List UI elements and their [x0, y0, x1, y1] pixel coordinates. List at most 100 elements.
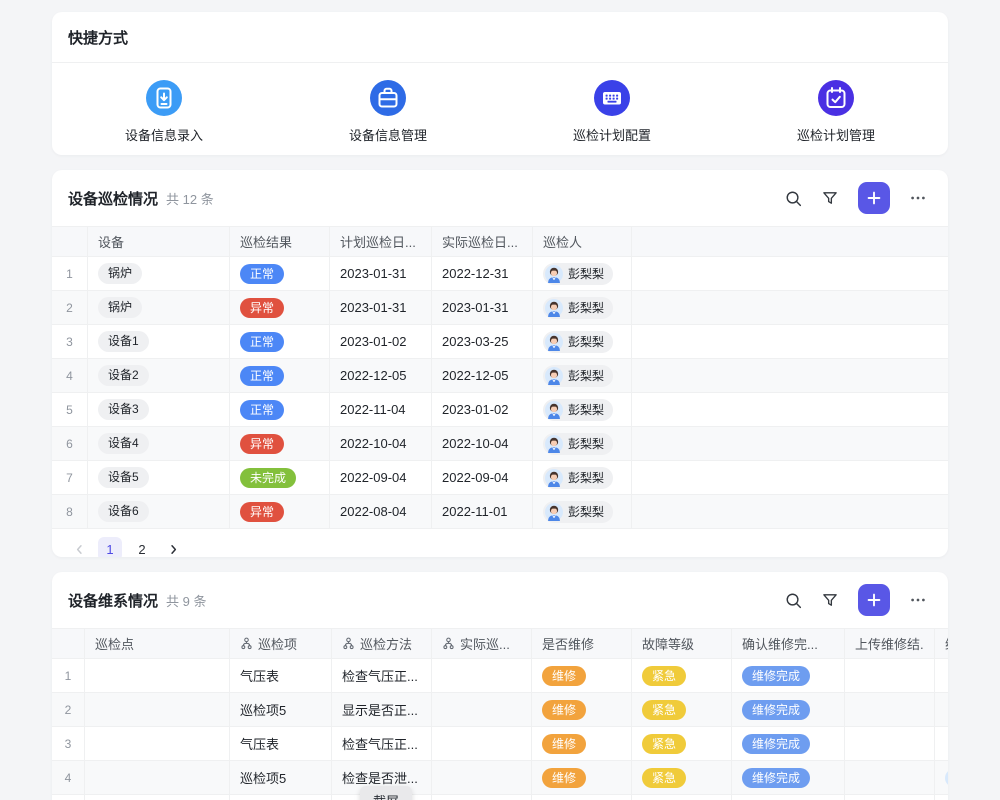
device-cell: 设备6 — [88, 495, 230, 528]
device-pill: 设备4 — [98, 433, 149, 454]
inspection-item-cell: 巡检项5 — [230, 693, 332, 726]
maintenance-card-header: 设备维系情况 共 9 条 — [52, 572, 948, 628]
more-icon[interactable] — [904, 184, 932, 212]
shortcut-item-1[interactable]: 设备信息录入 — [84, 80, 244, 144]
shortcut-item-2[interactable]: 设备信息管理 — [308, 80, 468, 144]
add-record-button[interactable] — [858, 182, 890, 214]
inspector-cell: 彭梨梨 — [533, 325, 632, 358]
filter-icon[interactable] — [816, 184, 844, 212]
lookup-field-icon — [240, 637, 253, 650]
planned-date-cell: 2023-01-31 — [330, 291, 432, 324]
search-icon[interactable] — [779, 586, 807, 614]
inspector-cell: 彭梨梨 — [533, 495, 632, 528]
fault-level-cell-badge: 紧急 — [642, 734, 686, 754]
inspector-name: 彭梨梨 — [568, 265, 604, 282]
shortcut-item-4[interactable]: 巡检计划管理 — [756, 80, 916, 144]
avatar-icon — [545, 469, 563, 487]
inspector-pill: 彭梨梨 — [543, 331, 613, 353]
fault-level-cell-badge: 紧急 — [642, 666, 686, 686]
device-cell: 锅炉 — [88, 257, 230, 290]
inspector-pill: 彭梨梨 — [543, 501, 613, 523]
fault-level-cell-badge: 紧急 — [642, 700, 686, 720]
shortcut-item-3[interactable]: 巡检计划配置 — [532, 80, 692, 144]
table-row[interactable]: 1锅炉正常2023-01-312022-12-31彭梨梨 — [52, 257, 948, 291]
calendar-check-icon — [818, 80, 854, 116]
filler-cell — [632, 291, 948, 324]
row-index: 1 — [52, 257, 88, 290]
table-row[interactable]: 2锅炉异常2023-01-312023-01-31彭梨梨 — [52, 291, 948, 325]
column-header: 实际巡... — [432, 629, 532, 658]
page-number-1[interactable]: 1 — [98, 537, 122, 557]
table-row[interactable]: 3气压表检查气压正...维修紧急维修完成 — [52, 727, 948, 761]
inspection-card: 设备巡检情况 共 12 条 设备巡检结果计划巡检日...实际巡检日...巡检人1… — [52, 170, 948, 557]
page-number-2[interactable]: 2 — [130, 537, 154, 557]
filler-cell — [632, 325, 948, 358]
prev-page-icon[interactable] — [68, 538, 90, 557]
actual-inspection-cell — [432, 693, 532, 726]
table-row[interactable]: 8设备6异常2022-08-042022-11-01彭梨梨 — [52, 495, 948, 529]
column-header-label: 巡检点 — [95, 634, 134, 653]
actual-date-cell: 2022-09-04 — [432, 461, 533, 494]
repair-cell: 维修 — [532, 693, 632, 726]
table-row[interactable]: 4巡检项5检查是否泄...维修紧急维修完成 — [52, 761, 948, 795]
result-badge: 异常 — [240, 502, 284, 522]
more-icon[interactable] — [904, 586, 932, 614]
inspector-name: 彭梨梨 — [568, 367, 604, 384]
inspection-card-header: 设备巡检情况 共 12 条 — [52, 170, 948, 226]
device-pill: 设备5 — [98, 467, 149, 488]
column-header-label: 上传维修结... — [855, 634, 924, 653]
actual-date-cell: 2022-12-05 — [432, 359, 533, 392]
row-index: 5 — [52, 795, 85, 800]
planned-date-cell: 2022-08-04 — [330, 495, 432, 528]
planned-date-cell: 2022-11-04 — [330, 393, 432, 426]
result-badge: 正常 — [240, 400, 284, 420]
table-row[interactable]: 2巡检项5显示是否正...维修紧急维修完成 — [52, 693, 948, 727]
confirm-cell-badge: 维修完成 — [742, 666, 810, 686]
device-pill: 设备3 — [98, 399, 149, 420]
row-index: 4 — [52, 761, 85, 794]
result-badge: 未完成 — [240, 468, 296, 488]
filter-icon[interactable] — [816, 586, 844, 614]
row-index: 7 — [52, 461, 88, 494]
result-cell: 正常 — [230, 325, 330, 358]
table-row[interactable]: 7设备5未完成2022-09-042022-09-04彭梨梨 — [52, 461, 948, 495]
search-icon[interactable] — [779, 184, 807, 212]
table-row[interactable]: 5巡检项5显示是否正...维修一般维修中 — [52, 795, 948, 800]
column-header-content: 实际巡... — [442, 634, 510, 653]
maintenance-title: 设备维系情况 — [68, 590, 158, 611]
column-header-label: 是否维修 — [542, 634, 594, 653]
inspector-cell: 彭梨梨 — [533, 427, 632, 460]
confirm-cell: 维修完成 — [732, 727, 845, 760]
filler-cell — [632, 393, 948, 426]
inspection-title: 设备巡检情况 — [68, 188, 158, 209]
inspection-table: 设备巡检结果计划巡检日...实际巡检日...巡检人1锅炉正常2023-01-31… — [52, 226, 948, 529]
confirm-cell: 维修完成 — [732, 659, 845, 692]
inspector-cell: 彭梨梨 — [533, 291, 632, 324]
actual-date-cell: 2023-01-31 — [432, 291, 533, 324]
avatar-icon — [545, 265, 563, 283]
column-header: 巡检结果 — [230, 227, 330, 256]
column-header: 是否维修 — [532, 629, 632, 658]
table-row[interactable]: 6设备4异常2022-10-042022-10-04彭梨梨 — [52, 427, 948, 461]
next-page-icon[interactable] — [162, 538, 184, 557]
table-row[interactable]: 5设备3正常2022-11-042023-01-02彭梨梨 — [52, 393, 948, 427]
actual-date-cell: 2023-03-25 — [432, 325, 533, 358]
inspection-toolbar — [779, 182, 932, 214]
confirm-cell-badge: 维修完成 — [742, 734, 810, 754]
table-row[interactable]: 4设备2正常2022-12-052022-12-05彭梨梨 — [52, 359, 948, 393]
maintenance-table: 巡检点巡检项巡检方法实际巡...是否维修故障等级确认维修完...上传维修结...… — [52, 628, 948, 800]
repair-cell-badge: 维修 — [542, 700, 586, 720]
table-row[interactable]: 3设备1正常2023-01-022023-03-25彭梨梨 — [52, 325, 948, 359]
table-row[interactable]: 1气压表检查气压正...维修紧急维修完成 — [52, 659, 948, 693]
inspection-item-cell: 巡检项5 — [230, 795, 332, 800]
filler-cell — [632, 359, 948, 392]
fault-level-cell: 紧急 — [632, 761, 732, 794]
inspection-item-cell: 气压表 — [230, 727, 332, 760]
add-record-button[interactable] — [858, 584, 890, 616]
column-header-content: 上传维修结... — [855, 634, 924, 653]
inspector-pill: 彭梨梨 — [543, 467, 613, 489]
fault-level-cell: 紧急 — [632, 659, 732, 692]
actual-date-cell: 2022-12-31 — [432, 257, 533, 290]
confirm-cell: 维修完成 — [732, 761, 845, 794]
column-header: 巡检人 — [533, 227, 632, 256]
